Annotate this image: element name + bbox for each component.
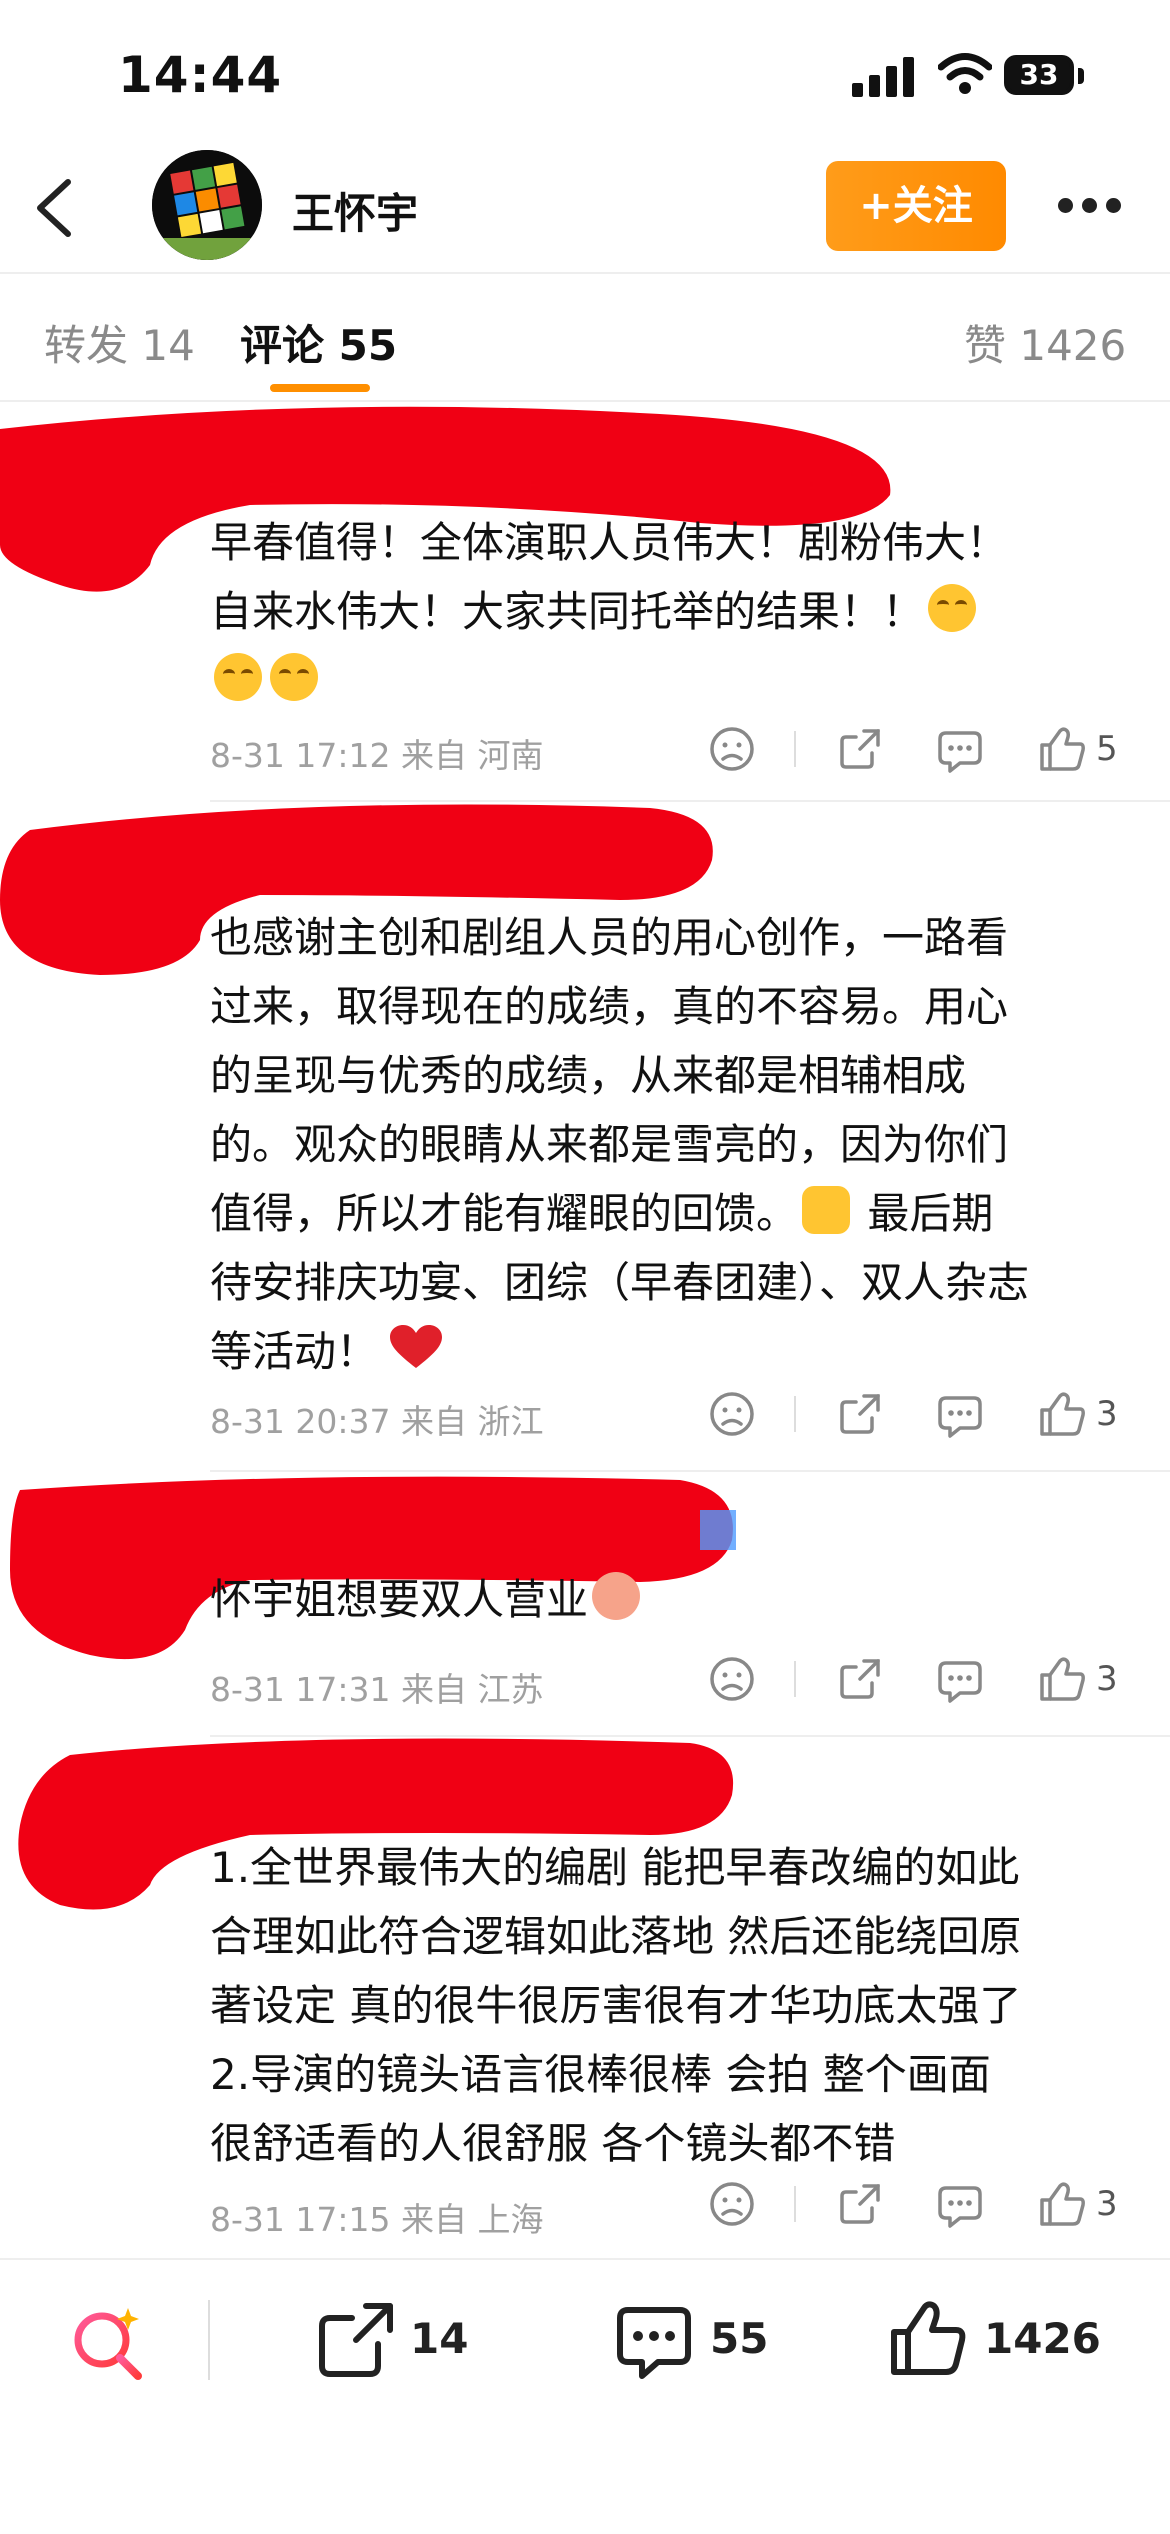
- like-count[interactable]: 1426: [984, 2314, 1101, 2363]
- comment-line: 很舒适看的人很舒服 各个镜头都不错: [210, 2119, 896, 2168]
- reply-icon[interactable]: [936, 2180, 984, 2228]
- rubiks-cube-avatar-icon: [152, 150, 262, 260]
- comment-meta: 8-31 20:37 来自 浙江: [210, 1402, 544, 1441]
- comment-line: 等活动！: [210, 1317, 1130, 1386]
- dislike-face-icon[interactable]: [708, 1390, 756, 1438]
- comment-line: 1.全世界最伟大的编剧 能把早春改编的如此: [210, 1843, 1020, 1892]
- share-icon[interactable]: [836, 1390, 884, 1438]
- share-icon[interactable]: [836, 2180, 884, 2228]
- comment-line: 的呈现与优秀的成绩，从来都是相辅相成: [210, 1051, 967, 1100]
- comment-like-count: 3: [1096, 2184, 1118, 2224]
- comment-line-text: 等活动！: [210, 1327, 379, 1376]
- comment-line: 过来，取得现在的成绩，真的不容易。用心: [210, 982, 1009, 1031]
- comment-meta: 8-31 17:15 来自 上海: [210, 2200, 544, 2239]
- comment-divider: [210, 800, 1170, 802]
- comment-text: 早春值得！全体演职人员伟大！剧粉伟大！ 自来水伟大！大家共同托举的结果！！: [210, 508, 1130, 715]
- comment-line-text: 最后期: [867, 1189, 994, 1238]
- like-icon[interactable]: [1038, 1655, 1086, 1703]
- like-icon[interactable]: [1038, 2180, 1086, 2228]
- dislike-face-icon[interactable]: [708, 2180, 756, 2228]
- more-options-icon[interactable]: [1058, 198, 1122, 216]
- status-time: 14:44: [118, 46, 283, 104]
- battery-level: 33: [1019, 58, 1059, 91]
- comment-meta: 8-31 17:31 来自 江苏: [210, 1670, 544, 1709]
- comment-like-count: 5: [1096, 729, 1118, 769]
- back-arrow-icon[interactable]: [30, 178, 80, 238]
- comment-line: 也感谢主创和剧组人员的用心创作，一路看: [210, 913, 1009, 962]
- tab-repost[interactable]: 转发 14: [44, 312, 195, 373]
- comment-meta: 8-31 17:12 来自 河南: [210, 736, 544, 775]
- signal-icon: [852, 55, 916, 97]
- repost-icon[interactable]: [316, 2300, 396, 2380]
- red-heart-icon: [390, 1325, 443, 1368]
- comment-line: 的。观众的眼睛从来都是雪亮的，因为你们: [210, 1120, 1009, 1169]
- blushing-face-emoji-icon: [592, 1572, 641, 1620]
- comment-line: 待安排庆功宴、团综（早春团建）、双人杂志: [210, 1258, 1030, 1307]
- heart-hands-emoji-icon: [802, 1186, 851, 1234]
- comment-item: 1.全世界最伟大的编剧 能把早春改编的如此 合理如此符合逻辑如此落地 然后还能绕…: [0, 1735, 1170, 2258]
- battery-nub: [1078, 68, 1084, 84]
- header-divider: [0, 272, 1170, 274]
- tab-comments[interactable]: 评论 55: [240, 312, 397, 373]
- comment-item: 早春值得！全体演职人员伟大！剧粉伟大！ 自来水伟大！大家共同托举的结果！！ 8-…: [0, 405, 1170, 800]
- action-separator: [794, 1661, 796, 1697]
- reply-icon[interactable]: [936, 1655, 984, 1703]
- comment-text: 也感谢主创和剧组人员的用心创作，一路看 过来，取得现在的成绩，真的不容易。用心 …: [210, 903, 1130, 1386]
- comment-item: 怀宇姐想要双人营业 8-31 17:31 来自 江苏: [0, 1470, 1170, 1735]
- laughing-crying-emoji-icon: [928, 584, 977, 632]
- user-name[interactable]: 王怀宇: [292, 180, 418, 241]
- comment-line-text: 自来水伟大！大家共同托举的结果！！: [210, 587, 925, 636]
- tab-active-indicator: [270, 384, 370, 392]
- comment-text: 怀宇姐想要双人营业: [210, 1565, 1130, 1634]
- action-separator: [794, 1396, 796, 1432]
- laughing-crying-emoji-icon: [270, 653, 318, 701]
- comment-divider: [210, 1470, 1170, 1472]
- share-icon[interactable]: [836, 1655, 884, 1703]
- like-thumb-icon[interactable]: [888, 2298, 968, 2378]
- comment-like-count: 3: [1096, 1659, 1118, 1699]
- action-separator: [794, 2186, 796, 2222]
- laughing-crying-emoji-icon: [214, 653, 262, 701]
- bottom-bar-separator: [208, 2300, 210, 2380]
- comment-line-text: 值得，所以才能有耀眼的回馈。: [210, 1189, 799, 1238]
- wifi-icon: [938, 53, 992, 94]
- bottom-bar: [0, 2258, 1170, 2534]
- tab-likes[interactable]: 赞 1426: [964, 312, 1126, 373]
- comment-line-text: 怀宇姐想要双人营业: [210, 1575, 589, 1624]
- comment-line: 值得，所以才能有耀眼的回馈。 最后期: [210, 1179, 1130, 1248]
- comment-line: 著设定 真的很牛很厉害很有才华功底太强了: [210, 1981, 1022, 2030]
- dislike-face-icon[interactable]: [708, 725, 756, 773]
- repost-count[interactable]: 14: [410, 2314, 468, 2363]
- share-icon[interactable]: [836, 725, 884, 773]
- comment-count[interactable]: 55: [710, 2314, 768, 2363]
- comment-line: 2.导演的镜头语言很棒很棒 会拍 整个画面: [210, 2050, 991, 2099]
- like-icon[interactable]: [1038, 725, 1086, 773]
- comment-item: 也感谢主创和剧组人员的用心创作，一路看 过来，取得现在的成绩，真的不容易。用心 …: [0, 800, 1170, 1470]
- comment-emoji-line: [210, 646, 1130, 715]
- comment-icon[interactable]: [614, 2302, 694, 2382]
- reply-icon[interactable]: [936, 725, 984, 773]
- tabs-divider: [0, 400, 1170, 402]
- reply-icon[interactable]: [936, 1390, 984, 1438]
- search-sparkle-icon[interactable]: [68, 2302, 148, 2382]
- comment-like-count: 3: [1096, 1394, 1118, 1434]
- like-icon[interactable]: [1038, 1390, 1086, 1438]
- dislike-face-icon[interactable]: [708, 1655, 756, 1703]
- follow-button[interactable]: +关注: [826, 161, 1006, 251]
- comment-divider: [210, 1735, 1170, 1737]
- comment-text: 1.全世界最伟大的编剧 能把早春改编的如此 合理如此符合逻辑如此落地 然后还能绕…: [210, 1833, 1130, 2178]
- avatar[interactable]: [152, 150, 262, 260]
- action-separator: [794, 731, 796, 767]
- comment-line: 早春值得！全体演职人员伟大！剧粉伟大！: [210, 518, 1009, 567]
- comment-line: 合理如此符合逻辑如此落地 然后还能绕回原: [210, 1912, 1022, 1961]
- comment-line: 自来水伟大！大家共同托举的结果！！: [210, 577, 1130, 646]
